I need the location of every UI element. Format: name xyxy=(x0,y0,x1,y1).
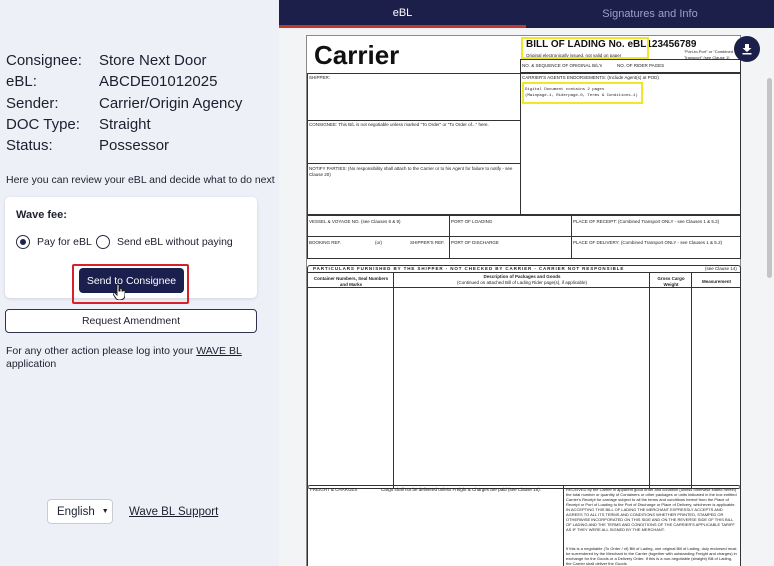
language-select[interactable]: English ▼ xyxy=(47,499,113,524)
radio-selected-icon[interactable] xyxy=(16,235,30,249)
col-desc-note: (Continued on attached Bill of Lading Ri… xyxy=(456,280,588,285)
info-status: Status: Possessor xyxy=(6,137,169,154)
bill-of-lading-page: Carrier BILL OF LADING No. eBL123456789 … xyxy=(306,35,741,566)
info-ebl: eBL: ABCDE01012025 xyxy=(6,73,217,90)
info-value: Carrier/Origin Agency xyxy=(99,95,243,112)
divider xyxy=(563,485,564,566)
radio-pay-for-ebl[interactable]: Pay for eBL xyxy=(16,235,92,249)
other-action-text: For any other action please log into you… xyxy=(6,345,266,371)
delivery-label: PLACE OF DELIVERY: (Combined Transport O… xyxy=(573,240,723,245)
tab-bar: eBL Signatures and Info xyxy=(279,0,774,28)
mouse-cursor-icon xyxy=(112,283,126,305)
radio-unselected-icon[interactable] xyxy=(96,235,110,249)
col-weight: Gross Cargo Weight xyxy=(657,276,685,287)
radio-label: Pay for eBL xyxy=(37,236,92,248)
info-doc-type: DOC Type: Straight xyxy=(6,116,151,133)
info-value: Straight xyxy=(99,116,151,133)
divider xyxy=(393,272,394,489)
info-sender: Sender: Carrier/Origin Agency xyxy=(6,95,242,112)
notify-label: NOTIFY PARTIES: (No responsibility shall… xyxy=(309,166,513,177)
other-action-suffix: application xyxy=(6,358,57,370)
info-value: Possessor xyxy=(99,137,170,154)
wave-fee-title: Wave fee: xyxy=(16,209,67,221)
particulars-label: PARTICULARS FURNISHED BY THE SHIPPER - N… xyxy=(313,266,625,271)
digital-doc-line1: Digital Document contains 2 pages xyxy=(525,88,605,92)
left-panel: Consignee: Store Next Door eBL: ABCDE01012… xyxy=(0,0,279,566)
digital-doc-line2: (Mainpage-1, Riderpage-0, Terms & Condit… xyxy=(525,94,638,98)
document-scrollbar[interactable] xyxy=(767,78,772,278)
radio-label: Send eBL without paying xyxy=(117,236,233,248)
tab-signatures-and-info[interactable]: Signatures and Info xyxy=(526,0,774,28)
seq-label: NO. & SEQUENCE OF ORIGINAL B/L's xyxy=(522,63,602,68)
info-value: ABCDE01012025 xyxy=(99,73,218,90)
intro-text: Here you can review your eBL and decide … xyxy=(6,174,275,186)
divider xyxy=(649,272,650,489)
document-viewer[interactable]: Carrier BILL OF LADING No. eBL123456789 … xyxy=(279,28,774,566)
divider xyxy=(691,272,692,489)
bol-number-highlight xyxy=(521,37,649,59)
request-amendment-button[interactable]: Request Amendment xyxy=(5,309,257,333)
info-label: Status: xyxy=(6,137,53,154)
language-value: English xyxy=(57,505,95,518)
particulars-note: (see Clause 14) xyxy=(705,266,737,271)
carrier-logo-text: Carrier xyxy=(314,40,400,70)
info-consignee: Consignee: Store Next Door xyxy=(6,52,207,69)
info-label: Consignee: xyxy=(6,52,82,69)
shipper-label: SHIPPER: xyxy=(309,75,331,80)
wave-bl-support-link[interactable]: Wave BL Support xyxy=(129,506,218,518)
info-label: eBL: xyxy=(6,73,37,90)
freight-note: Cargo shall not be delivered unless Frei… xyxy=(381,487,541,492)
download-button[interactable] xyxy=(734,36,760,62)
pod-label: PORT OF DISCHARGE xyxy=(451,240,499,245)
col-desc: Description of Packages and Goods xyxy=(483,274,561,279)
or-label: (or) xyxy=(375,240,382,245)
info-label: DOC Type: xyxy=(6,116,80,133)
rider-label: NO. OF RIDER PAGES xyxy=(617,63,665,68)
info-value: Store Next Door xyxy=(99,52,207,69)
other-action-prefix: For any other action please log into you… xyxy=(6,345,197,357)
particulars-box xyxy=(307,265,741,489)
vessel-label: VESSEL & VOYAGE NO. (see Clauses 8 & 9) xyxy=(309,219,401,224)
right-panel: eBL Signatures and Info Carrier BILL OF … xyxy=(279,0,774,566)
received-text: RECEIVED by the Carrier in apparent good… xyxy=(566,487,737,532)
receipt-label: PLACE OF RECEIPT: (Combined Transport ON… xyxy=(573,219,720,224)
download-icon xyxy=(742,44,752,55)
shippers-ref-label: SHIPPER'S REF. xyxy=(410,240,445,245)
agents-label: CARRIER'S AGENTS ENDORSEMENTS: (Include … xyxy=(522,75,659,80)
booking-label: BOOKING REF. xyxy=(309,240,342,245)
pol-label: PORT OF LOADING xyxy=(451,219,493,224)
tab-ebl[interactable]: eBL xyxy=(279,0,526,28)
wave-bl-link[interactable]: WAVE BL xyxy=(196,345,242,357)
radio-send-without-paying[interactable]: Send eBL without paying xyxy=(96,235,233,249)
freight-label: FREIGHT & CHARGES xyxy=(310,487,358,492)
col-measure: Measurement xyxy=(701,279,731,284)
info-label: Sender: xyxy=(6,95,59,112)
consignee-label: CONSIGNEE: This B/L is not negotiable un… xyxy=(309,122,489,127)
send-to-consignee-button[interactable]: Send to Consignee xyxy=(79,268,184,293)
negotiable-text: If this is a negotiable (To Order / of) … xyxy=(566,546,737,566)
chevron-down-icon: ▼ xyxy=(101,508,109,515)
col-container: Container Numbers, Seal Numbers and Mark… xyxy=(313,276,389,287)
